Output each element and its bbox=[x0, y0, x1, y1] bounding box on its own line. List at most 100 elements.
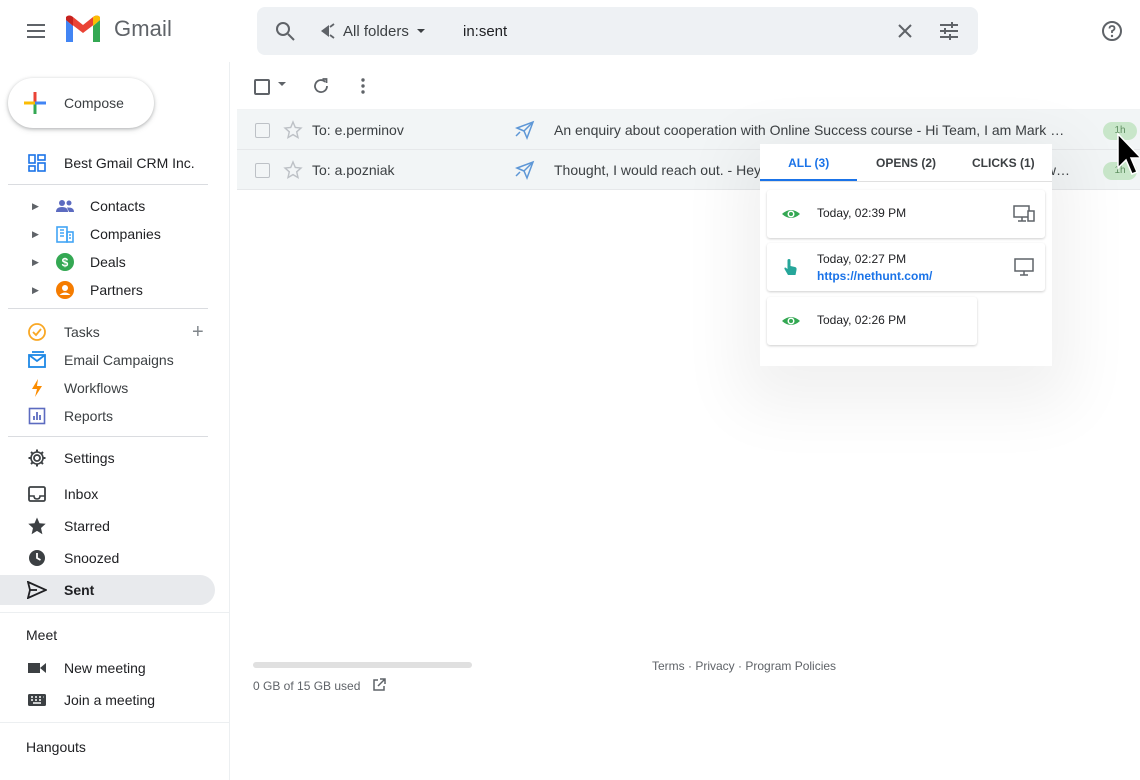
reports-icon bbox=[26, 405, 48, 427]
search-options-icon[interactable] bbox=[937, 19, 961, 43]
sidebar-item-sent[interactable]: Sent bbox=[0, 575, 215, 605]
sidebar-item-tasks[interactable]: Tasks + bbox=[0, 318, 215, 346]
privacy-link[interactable]: Privacy bbox=[695, 659, 734, 673]
search-bar: All folders bbox=[257, 7, 978, 55]
email-checkbox[interactable] bbox=[255, 123, 270, 138]
sidebar-item-email-campaigns[interactable]: Email Campaigns bbox=[0, 346, 215, 374]
sidebar-item-label: Email Campaigns bbox=[64, 352, 174, 368]
divider bbox=[8, 436, 208, 437]
new-meeting-button[interactable]: New meeting bbox=[0, 653, 215, 683]
star-icon bbox=[26, 515, 48, 537]
tab-opens[interactable]: OPENS (2) bbox=[857, 144, 954, 181]
tab-all[interactable]: ALL (3) bbox=[760, 144, 858, 181]
external-link-icon[interactable] bbox=[371, 677, 387, 693]
folder-filter-dropdown[interactable]: All folders bbox=[319, 19, 427, 43]
terms-link[interactable]: Terms bbox=[652, 659, 685, 673]
sidebar-item-companies[interactable]: ▶ Companies bbox=[0, 220, 215, 248]
select-all-checkbox[interactable] bbox=[254, 79, 270, 95]
clicked-link[interactable]: https://nethunt.com/ bbox=[817, 269, 932, 283]
sidebar-item-starred[interactable]: Starred bbox=[0, 511, 215, 541]
deals-icon: $ bbox=[54, 251, 76, 273]
partners-icon bbox=[54, 279, 76, 301]
main-menu-icon[interactable] bbox=[24, 19, 48, 43]
sidebar-item-inbox[interactable]: Inbox bbox=[0, 479, 215, 509]
help-icon[interactable] bbox=[1100, 19, 1124, 43]
gmail-logo[interactable]: Gmail bbox=[64, 14, 172, 44]
crm-dashboard-icon bbox=[28, 154, 46, 172]
email-tracking-icon[interactable] bbox=[513, 158, 537, 182]
sidebar-item-label: Settings bbox=[64, 450, 115, 466]
more-options-icon[interactable] bbox=[353, 76, 373, 96]
email-subject: An enquiry about cooperation with Online… bbox=[554, 122, 1074, 138]
sidebar-item-contacts[interactable]: ▶ Contacts bbox=[0, 192, 215, 220]
event-time: Today, 02:27 PM bbox=[817, 252, 907, 266]
refresh-icon[interactable] bbox=[311, 76, 331, 96]
divider bbox=[0, 722, 230, 723]
sidebar-item-label: New meeting bbox=[64, 660, 146, 676]
divider bbox=[8, 184, 208, 185]
gmail-app: Gmail All folders in:sent Compose Best G… bbox=[0, 0, 1140, 780]
expand-arrow-icon[interactable]: ▶ bbox=[32, 229, 42, 240]
gmail-m-icon bbox=[66, 15, 100, 42]
multi-device-icon bbox=[1013, 205, 1035, 222]
sidebar-item-label: Sent bbox=[64, 582, 95, 598]
eye-icon bbox=[782, 210, 800, 218]
search-icon[interactable] bbox=[273, 19, 297, 43]
top-header: Gmail All folders bbox=[0, 0, 1140, 62]
program-policies-link[interactable]: Program Policies bbox=[745, 659, 836, 673]
pointer-click-icon bbox=[784, 259, 797, 275]
sidebar-item-settings[interactable]: Settings bbox=[0, 443, 215, 473]
video-icon bbox=[26, 657, 48, 679]
search-input[interactable] bbox=[463, 20, 843, 42]
event-time: Today, 02:39 PM bbox=[817, 206, 907, 220]
sidebar-item-label: Join a meeting bbox=[64, 692, 156, 708]
expand-arrow-icon[interactable]: ▶ bbox=[32, 285, 42, 296]
tracking-tabs: ALL (3) OPENS (2) CLICKS (1) bbox=[760, 144, 1052, 182]
chevron-down-icon bbox=[416, 29, 425, 33]
sidebar-item-label: Contacts bbox=[90, 198, 146, 214]
star-icon[interactable] bbox=[283, 160, 303, 180]
folder-filter-icon bbox=[321, 23, 335, 39]
sidebar-item-label: Tasks bbox=[64, 324, 100, 340]
select-dropdown-icon[interactable] bbox=[278, 82, 286, 86]
plus-icon bbox=[24, 92, 46, 114]
workflows-icon bbox=[26, 377, 48, 399]
add-task-icon[interactable]: + bbox=[192, 322, 204, 342]
crm-workspace[interactable]: Best Gmail CRM Inc. bbox=[28, 154, 195, 172]
star-icon[interactable] bbox=[283, 120, 303, 140]
divider bbox=[8, 308, 208, 309]
expand-arrow-icon[interactable]: ▶ bbox=[32, 201, 42, 212]
sidebar-item-label: Deals bbox=[90, 254, 126, 270]
gear-icon bbox=[26, 447, 48, 469]
tracking-event: Today, 02:39 PM bbox=[767, 190, 1045, 238]
sidebar-item-deals[interactable]: ▶ $ Deals bbox=[0, 248, 215, 276]
tracking-event: Today, 02:26 PM bbox=[767, 297, 977, 345]
sidebar-item-label: Companies bbox=[90, 226, 161, 242]
app-name: Gmail bbox=[114, 16, 172, 41]
sidebar-item-label: Inbox bbox=[64, 486, 99, 502]
tracking-popup: ALL (3) OPENS (2) CLICKS (1) Today, 02:3… bbox=[760, 144, 1052, 366]
compose-button[interactable]: Compose bbox=[8, 78, 154, 128]
tab-clicks[interactable]: CLICKS (1) bbox=[955, 144, 1052, 181]
compose-label: Compose bbox=[64, 95, 124, 111]
expand-arrow-icon[interactable]: ▶ bbox=[32, 257, 42, 268]
sidebar-item-partners[interactable]: ▶ Partners bbox=[0, 276, 215, 304]
sidebar-item-snoozed[interactable]: Snoozed bbox=[0, 543, 215, 573]
contacts-icon bbox=[54, 195, 76, 217]
mail-toolbar bbox=[237, 62, 1140, 110]
join-meeting-button[interactable]: Join a meeting bbox=[0, 685, 215, 715]
sidebar-item-reports[interactable]: Reports bbox=[0, 402, 215, 430]
companies-icon bbox=[54, 223, 76, 245]
sidebar-item-label: Reports bbox=[64, 408, 114, 424]
email-tracking-icon[interactable] bbox=[513, 118, 537, 142]
sidebar-item-label: Partners bbox=[90, 282, 143, 298]
sidebar-item-label: Starred bbox=[64, 518, 110, 534]
keyboard-icon bbox=[26, 689, 48, 711]
clock-icon bbox=[26, 547, 48, 569]
email-campaigns-icon bbox=[26, 349, 48, 371]
send-icon bbox=[26, 579, 48, 601]
tracking-event: Today, 02:27 PM https://nethunt.com/ bbox=[767, 243, 1045, 291]
email-checkbox[interactable] bbox=[255, 163, 270, 178]
sidebar-item-workflows[interactable]: Workflows bbox=[0, 374, 215, 402]
close-icon[interactable] bbox=[893, 19, 917, 43]
